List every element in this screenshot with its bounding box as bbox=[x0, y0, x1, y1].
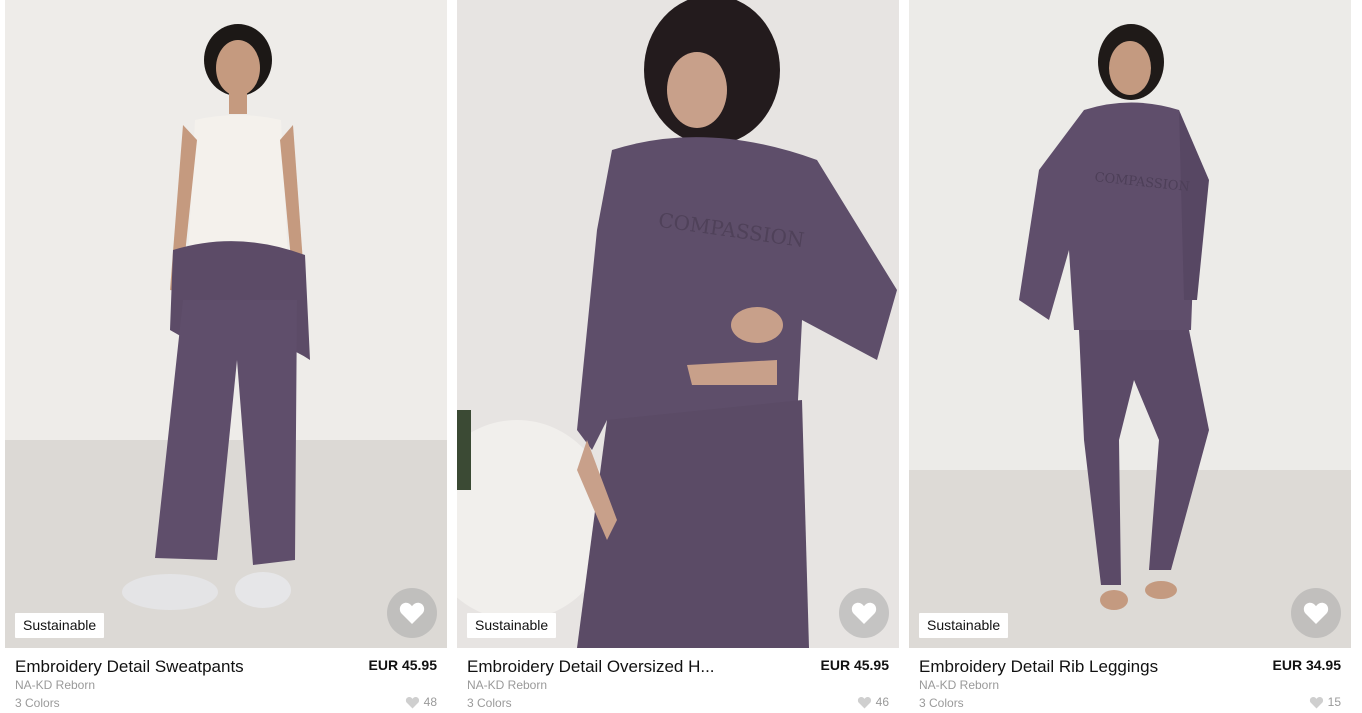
product-brand[interactable]: NA-KD Reborn bbox=[919, 678, 999, 692]
product-grid: Sustainable Embroidery Detail Sweatpants… bbox=[0, 0, 1362, 713]
heart-small-icon bbox=[405, 696, 419, 708]
product-card[interactable]: COMPASSION Sustainable Embroidery Detail… bbox=[457, 0, 899, 713]
sustainable-badge: Sustainable bbox=[15, 613, 105, 638]
product-info: Embroidery Detail Oversized H... EUR 45.… bbox=[457, 648, 899, 713]
product-image[interactable]: COMPASSION Sustainable bbox=[457, 0, 899, 648]
product-price: EUR 45.95 bbox=[820, 657, 889, 673]
product-colors: 3 Colors bbox=[15, 696, 60, 710]
product-brand[interactable]: NA-KD Reborn bbox=[15, 678, 95, 692]
product-brand[interactable]: NA-KD Reborn bbox=[467, 678, 547, 692]
product-photo: COMPASSION bbox=[457, 0, 899, 648]
likes-count: 48 bbox=[405, 695, 437, 709]
heart-icon bbox=[851, 602, 877, 624]
likes-value: 46 bbox=[875, 695, 889, 709]
likes-count: 46 bbox=[857, 695, 889, 709]
product-title[interactable]: Embroidery Detail Oversized H... bbox=[467, 657, 787, 677]
product-colors: 3 Colors bbox=[467, 696, 512, 710]
sustainable-badge: Sustainable bbox=[467, 613, 557, 638]
product-photo: COMPASSION bbox=[909, 0, 1351, 648]
sustainable-badge: Sustainable bbox=[919, 613, 1009, 638]
heart-icon bbox=[399, 602, 425, 624]
likes-value: 15 bbox=[1327, 695, 1341, 709]
product-price: EUR 45.95 bbox=[368, 657, 437, 673]
product-price: EUR 34.95 bbox=[1272, 657, 1341, 673]
product-title[interactable]: Embroidery Detail Rib Leggings bbox=[919, 657, 1239, 677]
likes-value: 48 bbox=[423, 695, 437, 709]
heart-icon bbox=[1303, 602, 1329, 624]
heart-small-icon bbox=[1309, 696, 1323, 708]
product-photo bbox=[5, 0, 447, 648]
favorite-button[interactable] bbox=[1291, 588, 1341, 638]
product-colors: 3 Colors bbox=[919, 696, 964, 710]
product-title[interactable]: Embroidery Detail Sweatpants bbox=[15, 657, 335, 677]
product-image[interactable]: COMPASSION Sustainable bbox=[909, 0, 1351, 648]
product-card[interactable]: Sustainable Embroidery Detail Sweatpants… bbox=[5, 0, 447, 713]
favorite-button[interactable] bbox=[839, 588, 889, 638]
favorite-button[interactable] bbox=[387, 588, 437, 638]
product-image[interactable]: Sustainable bbox=[5, 0, 447, 648]
product-info: Embroidery Detail Rib Leggings EUR 34.95… bbox=[909, 648, 1351, 713]
product-info: Embroidery Detail Sweatpants EUR 45.95 N… bbox=[5, 648, 447, 713]
product-card[interactable]: COMPASSION Sustainable Embroidery Detail… bbox=[909, 0, 1351, 713]
heart-small-icon bbox=[857, 696, 871, 708]
likes-count: 15 bbox=[1309, 695, 1341, 709]
